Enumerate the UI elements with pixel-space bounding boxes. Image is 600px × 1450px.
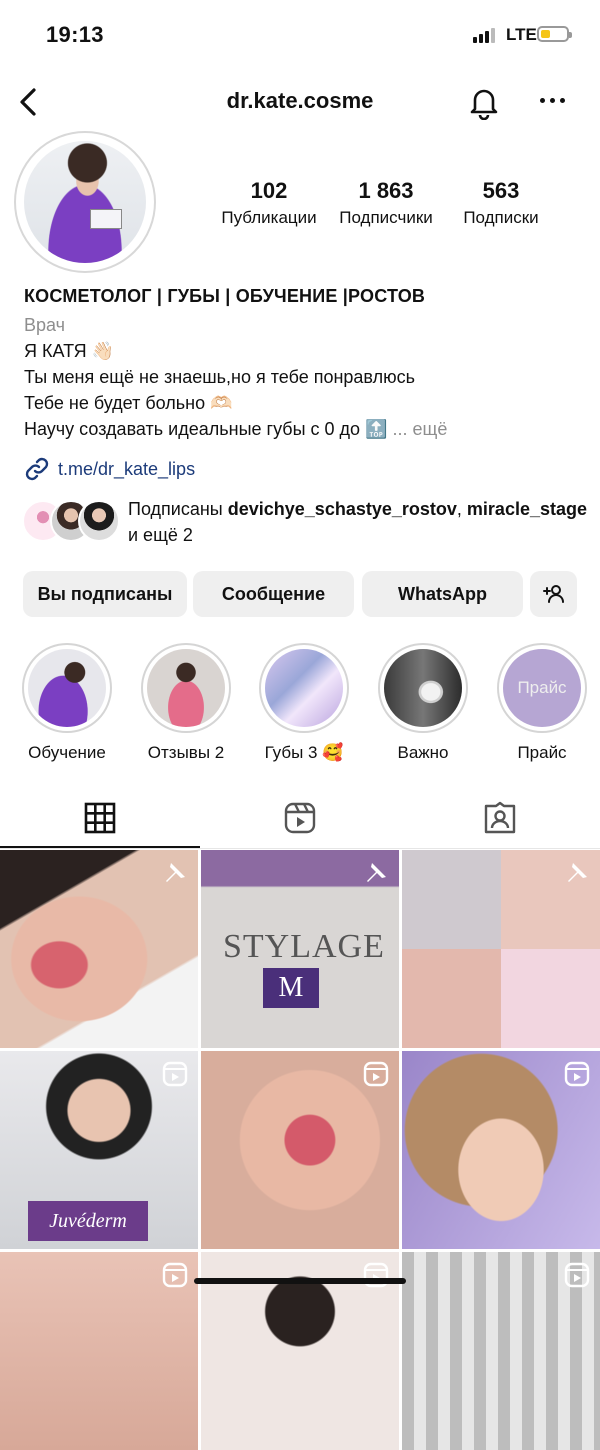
stat-posts-value: 102 [250,178,288,203]
highlight-label: Отзывы 2 [147,743,225,762]
bio-more-link[interactable]: ... ещё [393,419,448,439]
highlight-label: Губы 3 🥰 [264,743,344,762]
home-indicator[interactable] [194,1278,406,1284]
stat-following-label: Подписки [463,208,539,227]
post-thumbnail[interactable]: Juvéderm [0,1051,198,1249]
bio-line-1: Я КАТЯ 👋🏻 [24,341,115,361]
following-button[interactable]: Вы подписаны [23,571,187,617]
post-thumbnail[interactable] [402,850,600,1048]
pin-icon [166,863,185,882]
add-person-icon [542,585,564,603]
bio-line-4-text: Научу создавать идеальные губы с 0 до 🔝 [24,419,388,439]
status-time: 19:13 [46,22,104,47]
reel-icon [162,1061,188,1087]
highlight-item[interactable]: Обучение [20,643,114,763]
stat-posts-label: Публикации [221,208,317,227]
profile-username: dr.kate.cosme [226,88,374,113]
pin-icon [367,863,386,882]
grid-tab-icon[interactable] [82,800,118,836]
battery-icon [537,26,572,42]
reel-icon [162,1262,188,1288]
highlight-label: Важно [397,743,449,762]
highlight-item[interactable]: Важно [376,643,470,763]
highlight-cover [265,649,343,727]
followed-by-user-1[interactable]: devichye_schastye_rostov [228,499,457,519]
post-thumbnail[interactable] [0,1252,198,1450]
highlight-cover [384,649,462,727]
followed-by-user-2[interactable]: miracle_stage [467,499,587,519]
profile-avatar[interactable] [24,141,146,263]
bio-name: КОСМЕТОЛОГ | ГУБЫ | ОБУЧЕНИЕ |РОСТОВ [24,286,426,306]
highlight-label: Прайс [517,743,567,762]
reel-icon [564,1061,590,1087]
reel-icon [564,1262,590,1288]
highlight-cover [147,649,225,727]
followed-by-avatars[interactable] [22,500,122,542]
post-thumbnail[interactable] [402,1051,600,1249]
whatsapp-button[interactable]: WhatsApp [362,571,523,617]
stat-posts[interactable]: 102 Публикации [214,178,324,228]
reels-tab-icon[interactable] [282,800,318,836]
post-brand-letter: M [263,968,319,1008]
followed-by-separator: , [456,499,462,519]
highlight-cover [28,649,106,727]
followed-by-text[interactable]: Подписаны devichye_schastye_rostov, mira… [128,496,588,548]
followed-by-prefix: Подписаны [128,499,228,519]
highlight-item[interactable]: Прайс Прайс [495,643,589,763]
highlight-cover-text: Прайс [503,649,581,727]
reel-icon [363,1262,389,1288]
bio-line-2: Ты меня ещё не знаешь,но я тебе понравлю… [24,367,415,387]
post-thumbnail[interactable] [402,1252,600,1450]
signal-icon [473,28,495,43]
stat-following-value: 563 [482,178,520,203]
highlight-label: Обучение [28,743,106,762]
stat-followers-value: 1 863 [358,178,414,203]
bio-line-3: Тебе не будет больно 🫶🏻 [24,393,233,413]
highlight-item[interactable]: Губы 3 🥰 [257,643,351,763]
bio-link-text: t.me/dr_kate_lips [58,458,196,479]
message-button[interactable]: Сообщение [193,571,354,617]
post-brand-text: STYLAGE [223,928,385,965]
network-label: LTE [506,25,537,44]
bio-category: Врач [24,315,66,335]
stat-followers[interactable]: 1 863 Подписчики [330,178,442,228]
post-brand-text: Juvéderm [28,1201,148,1241]
post-thumbnail[interactable]: STYLAGE M [201,850,399,1048]
stat-following[interactable]: 563 Подписки [448,178,554,228]
follower-avatar [78,500,120,542]
bell-icon[interactable] [466,84,502,120]
more-options-icon[interactable] [540,98,565,103]
pin-icon [568,863,587,882]
suggest-users-button[interactable] [530,571,577,617]
bio-line-4: Научу создавать идеальные губы с 0 до 🔝 … [24,419,447,440]
stat-followers-label: Подписчики [339,208,433,227]
post-thumbnail[interactable] [0,850,198,1048]
bio-link[interactable]: t.me/dr_kate_lips [24,456,195,482]
link-icon [25,457,49,481]
followed-by-suffix: и ещё 2 [128,525,193,545]
tabs-divider [0,848,600,849]
post-thumbnail[interactable] [201,1051,399,1249]
reel-icon [363,1061,389,1087]
highlight-item[interactable]: Отзывы 2 [139,643,233,763]
tagged-tab-icon[interactable] [482,800,518,836]
